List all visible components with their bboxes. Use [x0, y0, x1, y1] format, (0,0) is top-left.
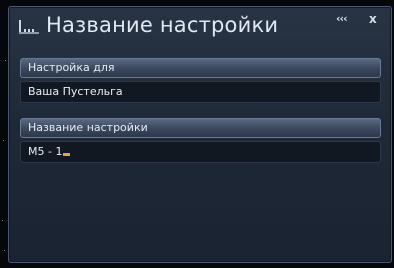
star-speck: [3, 140, 4, 141]
window-title: Название настройки: [46, 13, 279, 37]
setting-name-input[interactable]: M5 - 1: [20, 141, 381, 163]
setting-name-text: M5 - 1: [28, 145, 63, 158]
star-speck: [2, 220, 3, 221]
close-button[interactable]: x: [369, 12, 377, 26]
title-bar[interactable]: Название настройки ‹‹‹ x: [9, 7, 391, 47]
star-speck: [5, 60, 6, 61]
text-cursor: [63, 153, 71, 156]
star-speck: [4, 250, 5, 251]
setting-name-header: Название настройки: [20, 118, 381, 138]
window-app-icon: [19, 20, 39, 34]
setting-for-value: Ваша Пустельга: [20, 81, 381, 103]
collapse-button[interactable]: ‹‹‹: [336, 12, 348, 26]
setting-for-header: Настройка для: [20, 58, 381, 78]
settings-name-dialog: Название настройки ‹‹‹ x Настройка для В…: [8, 6, 392, 263]
